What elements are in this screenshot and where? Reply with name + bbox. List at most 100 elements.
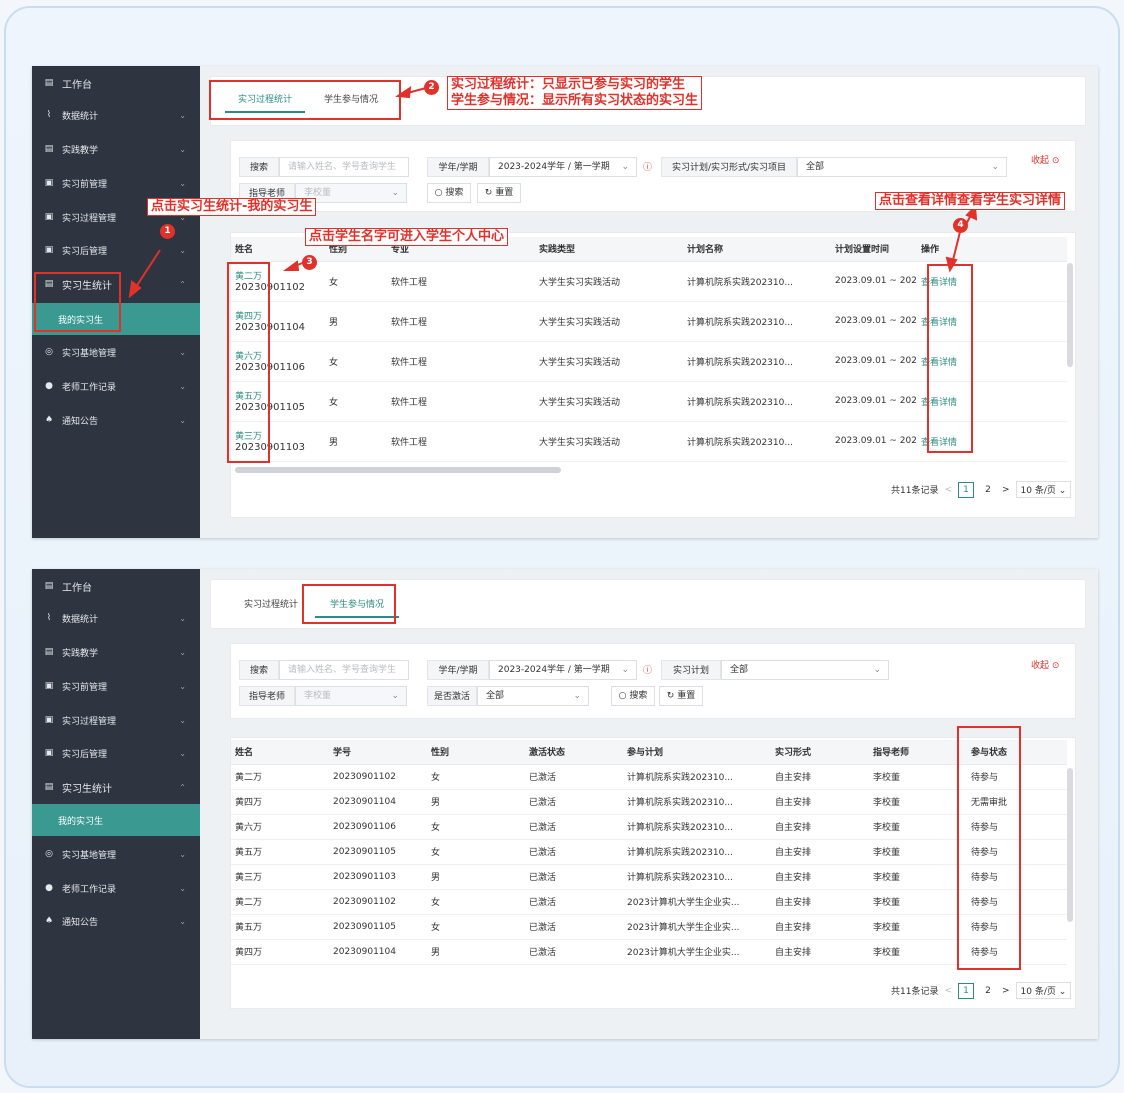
prev-page-icon[interactable]: <: [944, 485, 952, 495]
sidebar-item-pre-intern[interactable]: ▣ 实习前管理 ⌄: [32, 166, 200, 200]
view-detail-link[interactable]: 查看详情: [921, 398, 957, 408]
active-select[interactable]: 全部 ⌄: [477, 686, 589, 706]
table-cell: 待参与: [967, 889, 1067, 915]
sidebar-item-workbench[interactable]: ▤ 工作台: [32, 569, 200, 603]
table-cell: 待参与: [967, 764, 1067, 790]
view-detail-link[interactable]: 查看详情: [921, 358, 957, 368]
participation-table: 姓名 学号 性别 激活状态 参与计划 实习形式 指导老师 参与状态 黄二万 202…: [231, 740, 1067, 965]
col-header: 计划名称: [683, 237, 831, 262]
table-cell: 大学生实习实践活动: [535, 301, 683, 342]
table-cell: 男: [427, 789, 525, 815]
sidebar-item-post-intern[interactable]: ▣ 实习后管理 ⌄: [32, 736, 200, 770]
next-page-icon[interactable]: >: [1002, 485, 1010, 495]
vertical-scrollbar[interactable]: [1067, 263, 1073, 367]
folder-icon: ▣: [44, 681, 54, 691]
tab-process-stats[interactable]: 实习过程统计: [231, 592, 311, 618]
folder-icon: ▣: [44, 748, 54, 758]
chevron-down-icon: ⌄: [391, 188, 399, 198]
sidebar-item-base[interactable]: ◎ 实习基地管理 ⌄: [32, 837, 200, 871]
page-2[interactable]: 2: [980, 482, 996, 498]
view-detail-link[interactable]: 查看详情: [921, 278, 957, 288]
sidebar-item-intern-stats[interactable]: ▤ 实习生统计 ⌃: [32, 770, 200, 804]
sidebar-item-notice[interactable]: ♠ 通知公告 ⌄: [32, 403, 200, 437]
sidebar-item-my-interns[interactable]: 我的实习生: [32, 804, 200, 836]
student-name-link[interactable]: 黄二万: [235, 269, 325, 282]
student-name-link[interactable]: 黄六万: [235, 349, 325, 362]
sidebar-item-pre-intern[interactable]: ▣ 实习前管理 ⌄: [32, 669, 200, 703]
tab-process-stats[interactable]: 实习过程统计: [225, 87, 305, 113]
reset-button[interactable]: ↻ 重置: [659, 686, 703, 706]
page-size-select[interactable]: 10 条/页 ⌄: [1015, 481, 1072, 498]
term-select[interactable]: 2023-2024学年 / 第一学期 ⌄: [489, 660, 637, 680]
sidebar-item-workbench[interactable]: ▤ 工作台: [32, 66, 200, 100]
collapse-link[interactable]: 收起 ⊙: [1031, 153, 1059, 166]
table-cell: 已激活: [525, 789, 623, 815]
sidebar-item-teacher-log[interactable]: ● 老师工作记录 ⌄: [32, 871, 200, 905]
chevron-down-icon: ⌄: [179, 144, 186, 154]
student-id: 20230901103: [235, 442, 305, 453]
table-cell: 查看详情: [917, 341, 1067, 382]
search-button[interactable]: ○ 搜索: [611, 686, 655, 706]
help-icon[interactable]: ⓘ: [643, 160, 652, 173]
table-row: 黄四万 20230901104 男已激活 计算机院系实践202310... 自主安排 李校…: [231, 789, 1067, 815]
col-header: 实践类型: [535, 237, 683, 262]
horizontal-scrollbar[interactable]: [235, 467, 561, 473]
page-2[interactable]: 2: [980, 983, 996, 999]
col-header: 参与计划: [623, 740, 771, 765]
annotation-sidebar: 点击实习生统计-我的实习生: [147, 198, 317, 216]
main-content: 实习过程统计 学生参与情况 搜索 请输入姓名、学号查询学生 学年/学期 2023…: [200, 66, 1098, 538]
collapse-link[interactable]: 收起 ⊙: [1031, 658, 1059, 671]
student-name-link[interactable]: 黄五万: [235, 389, 325, 402]
view-detail-link[interactable]: 查看详情: [921, 438, 957, 448]
user-icon: ●: [45, 381, 53, 391]
sidebar-item-base[interactable]: ◎ 实习基地管理 ⌄: [32, 335, 200, 369]
reset-button[interactable]: ↻ 重置: [477, 183, 521, 203]
app-window-participation: ▤ 工作台 ⌇ 数据统计 ⌄ ▤ 实践教学 ⌄ ▣ 实习前管理 ⌄ ▣ 实习过程管理 ⌄ ▣ 实习后…: [32, 569, 1098, 1039]
sidebar-item-practice[interactable]: ▤ 实践教学 ⌄: [32, 635, 200, 669]
table-cell: 大学生实习实践活动: [535, 341, 683, 382]
chevron-down-icon: ⌄: [179, 916, 186, 926]
prev-page-icon[interactable]: <: [944, 986, 952, 996]
vertical-scrollbar[interactable]: [1067, 768, 1073, 922]
tab-participation[interactable]: 学生参与情况: [313, 87, 389, 113]
doc-icon: ▤: [44, 78, 54, 88]
sidebar-item-data-stats[interactable]: ⌇ 数据统计 ⌄: [32, 98, 200, 132]
view-detail-link[interactable]: 查看详情: [921, 318, 957, 328]
plan-select[interactable]: 全部 ⌄: [797, 157, 1007, 177]
table-cell: 20230901104: [329, 939, 427, 965]
chevron-down-icon: ⌄: [391, 691, 399, 701]
sidebar-item-post-intern[interactable]: ▣ 实习后管理 ⌄: [32, 233, 200, 267]
sidebar-item-data-stats[interactable]: ⌇ 数据统计 ⌄: [32, 601, 200, 635]
sidebar-item-notice[interactable]: ♠ 通知公告 ⌄: [32, 904, 200, 938]
page-1[interactable]: 1: [958, 481, 974, 498]
table-cell: 20230901104: [329, 789, 427, 815]
table-cell: 待参与: [967, 914, 1067, 940]
search-input[interactable]: 请输入姓名、学号查询学生: [279, 660, 409, 680]
chevron-down-icon: ⌄: [621, 665, 629, 675]
next-page-icon[interactable]: >: [1002, 986, 1010, 996]
page-1[interactable]: 1: [958, 982, 974, 999]
sidebar-item-intern-stats[interactable]: ▤ 实习生统计 ⌃: [32, 267, 200, 301]
help-icon[interactable]: ⓘ: [643, 663, 652, 676]
annotation-name-click: 点击学生名字可进入学生个人中心: [305, 228, 509, 246]
plan-select[interactable]: 全部 ⌄: [721, 660, 889, 680]
student-name-link[interactable]: 黄三万: [235, 429, 325, 442]
filter-card: 搜索 请输入姓名、学号查询学生 学年/学期 2023-2024学年 / 第一学期…: [230, 643, 1076, 719]
sidebar-item-teacher-log[interactable]: ● 老师工作记录 ⌄: [32, 369, 200, 403]
sidebar-item-my-interns[interactable]: 我的实习生: [32, 303, 200, 335]
search-button[interactable]: ○ 搜索: [427, 183, 471, 203]
chevron-down-icon: ⌄: [179, 849, 186, 859]
term-select[interactable]: 2023-2024学年 / 第一学期 ⌄: [489, 157, 637, 177]
sidebar-item-process[interactable]: ▣ 实习过程管理 ⌄: [32, 703, 200, 737]
step-badge-2: 2: [424, 80, 439, 95]
student-name-link[interactable]: 黄四万: [235, 309, 325, 322]
tab-participation[interactable]: 学生参与情况: [315, 592, 399, 618]
search-input[interactable]: 请输入姓名、学号查询学生: [279, 157, 409, 177]
plan-label: 实习计划/实习形式/实习项目: [661, 157, 797, 177]
location-icon: ◎: [45, 347, 53, 357]
teacher-select[interactable]: 李校董 ⌄: [295, 686, 407, 706]
page-size-select[interactable]: 10 条/页 ⌄: [1015, 982, 1072, 999]
col-header: 激活状态: [525, 740, 623, 765]
table-cell: 软件工程: [387, 341, 535, 382]
sidebar-item-practice[interactable]: ▤ 实践教学 ⌄: [32, 132, 200, 166]
